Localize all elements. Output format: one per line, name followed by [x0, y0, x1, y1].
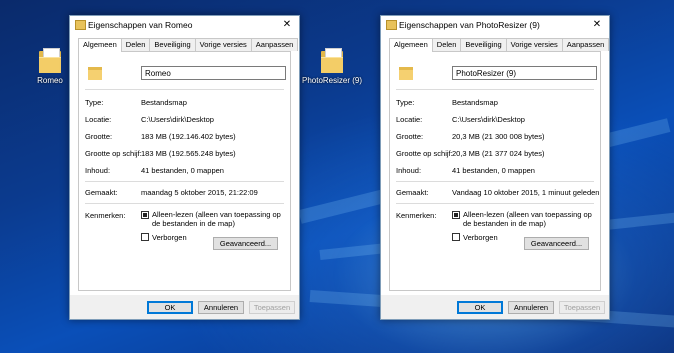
desktop-icon-photoresizer[interactable]: PhotoResizer (9) — [302, 48, 362, 85]
close-button[interactable]: ✕ — [589, 17, 605, 32]
tab-beveiliging[interactable]: Beveiliging — [149, 38, 196, 51]
properties-window-romeo: Eigenschappen van Romeo ✕ Algemeen Delen… — [69, 15, 300, 320]
divider — [85, 89, 284, 90]
folder-icon — [75, 20, 86, 30]
size-on-disk-label: Grootte op schijf: — [396, 149, 453, 158]
general-panel: Romeo Type: Bestandsmap Locatie: C:\User… — [78, 51, 291, 291]
tab-aanpassen[interactable]: Aanpassen — [250, 38, 299, 51]
size-value: 183 MB (192.146.402 bytes) — [141, 132, 236, 141]
tab-algemeen[interactable]: Algemeen — [78, 38, 122, 52]
size-value: 20,3 MB (21 300 008 bytes) — [452, 132, 545, 141]
tab-bar: Algemeen Delen Beveiliging Vorige versie… — [78, 38, 299, 52]
desktop-icon-label: PhotoResizer (9) — [302, 76, 363, 85]
readonly-checkbox[interactable] — [452, 211, 460, 219]
tab-delen[interactable]: Delen — [120, 38, 151, 51]
size-label: Grootte: — [396, 132, 424, 141]
attributes-label: Kenmerken: — [396, 211, 437, 220]
tab-vorige-versies[interactable]: Vorige versies — [194, 38, 252, 51]
hidden-label: Verborgen — [152, 233, 187, 242]
advanced-button[interactable]: Geavanceerd... — [524, 237, 589, 250]
hidden-checkbox[interactable] — [452, 233, 460, 241]
general-panel: PhotoResizer (9) Type: Bestandsmap Locat… — [389, 51, 601, 291]
folder-name-input[interactable]: PhotoResizer (9) — [452, 66, 597, 80]
dialog-footer: OK Annuleren Toepassen — [381, 295, 609, 319]
apply-button[interactable]: Toepassen — [559, 301, 605, 314]
contents-value: 41 bestanden, 0 mappen — [141, 166, 224, 175]
contents-value: 41 bestanden, 0 mappen — [452, 166, 535, 175]
tab-algemeen[interactable]: Algemeen — [389, 38, 433, 52]
tab-beveiliging[interactable]: Beveiliging — [460, 38, 507, 51]
attributes-label: Kenmerken: — [85, 211, 126, 220]
ok-button[interactable]: OK — [147, 301, 193, 314]
hidden-checkbox[interactable] — [141, 233, 149, 241]
cancel-button[interactable]: Annuleren — [198, 301, 244, 314]
created-label: Gemaakt: — [85, 188, 118, 197]
folder-icon — [88, 65, 102, 80]
folder-icon — [386, 20, 397, 30]
readonly-label: Alleen-lezen (alleen van toepassing op d… — [152, 210, 281, 228]
readonly-label: Alleen-lezen (alleen van toepassing op d… — [463, 210, 592, 228]
title-bar[interactable]: Eigenschappen van Romeo ✕ — [70, 16, 299, 34]
divider — [396, 203, 594, 204]
divider — [85, 181, 284, 182]
divider — [85, 203, 284, 204]
location-label: Locatie: — [85, 115, 112, 124]
divider — [396, 181, 594, 182]
location-value: C:\Users\dirk\Desktop — [141, 115, 214, 124]
folder-icon — [321, 48, 343, 73]
type-value: Bestandsmap — [141, 98, 187, 107]
divider — [396, 89, 594, 90]
close-button[interactable]: ✕ — [279, 17, 295, 32]
folder-name-input[interactable]: Romeo — [141, 66, 286, 80]
title-bar[interactable]: Eigenschappen van PhotoResizer (9) ✕ — [381, 16, 609, 34]
ok-button[interactable]: OK — [457, 301, 503, 314]
contents-label: Inhoud: — [85, 166, 111, 175]
window-title: Eigenschappen van Romeo — [88, 20, 193, 30]
type-value: Bestandsmap — [452, 98, 498, 107]
created-value: maandag 5 oktober 2015, 21:22:09 — [141, 188, 258, 197]
hidden-label: Verborgen — [463, 233, 498, 242]
cancel-button[interactable]: Annuleren — [508, 301, 554, 314]
tab-bar: Algemeen Delen Beveiliging Vorige versie… — [389, 38, 610, 52]
location-value: C:\Users\dirk\Desktop — [452, 115, 525, 124]
apply-button[interactable]: Toepassen — [249, 301, 295, 314]
size-on-disk-value: 20,3 MB (21 377 024 bytes) — [452, 149, 545, 158]
tab-aanpassen[interactable]: Aanpassen — [561, 38, 610, 51]
folder-icon — [399, 65, 413, 80]
size-label: Grootte: — [85, 132, 113, 141]
size-on-disk-value: 183 MB (192.565.248 bytes) — [141, 149, 236, 158]
folder-icon — [39, 48, 61, 73]
advanced-button[interactable]: Geavanceerd... — [213, 237, 278, 250]
dialog-footer: OK Annuleren Toepassen — [70, 295, 299, 319]
readonly-checkbox[interactable] — [141, 211, 149, 219]
type-label: Type: — [85, 98, 104, 107]
properties-window-photoresizer: Eigenschappen van PhotoResizer (9) ✕ Alg… — [380, 15, 610, 320]
contents-label: Inhoud: — [396, 166, 422, 175]
tab-vorige-versies[interactable]: Vorige versies — [505, 38, 563, 51]
created-label: Gemaakt: — [396, 188, 429, 197]
tab-delen[interactable]: Delen — [431, 38, 462, 51]
location-label: Locatie: — [396, 115, 423, 124]
type-label: Type: — [396, 98, 415, 107]
created-value: Vandaag 10 oktober 2015, 1 minuut gelede… — [452, 188, 600, 197]
window-title: Eigenschappen van PhotoResizer (9) — [399, 20, 540, 30]
size-on-disk-label: Grootte op schijf: — [85, 149, 142, 158]
